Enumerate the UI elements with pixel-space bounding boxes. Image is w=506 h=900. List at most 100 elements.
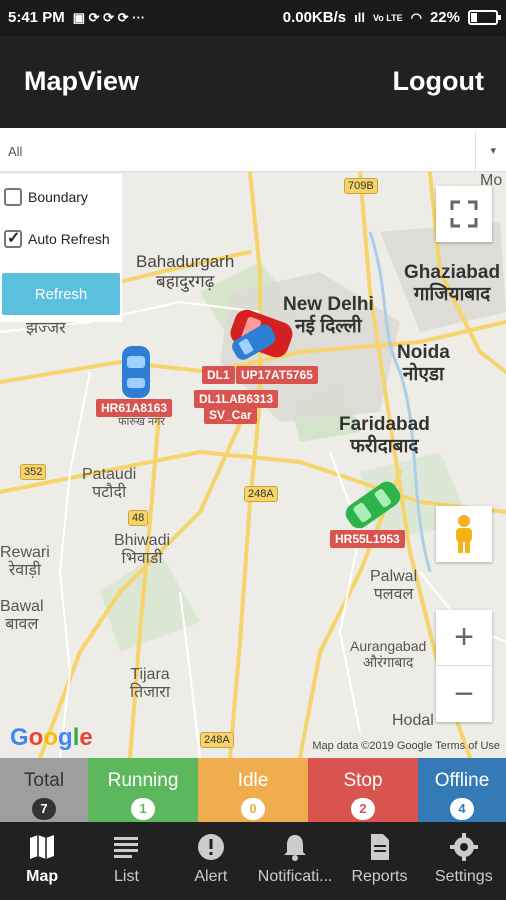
- street-view-pegman-button[interactable]: [436, 506, 492, 562]
- fullscreen-button[interactable]: [436, 186, 492, 242]
- wifi-icon: ◠: [410, 9, 422, 25]
- place-ghaziabad: Ghaziabad गाजियाबाद: [404, 262, 500, 306]
- nav-settings[interactable]: Settings: [422, 822, 506, 900]
- place-bahadurgarh: Bahadurgarh बहादुरगढ़: [136, 252, 234, 291]
- signal-icon: ıll: [354, 10, 365, 25]
- highway-shield: 709B: [344, 178, 378, 194]
- nav-alert[interactable]: Alert: [169, 822, 253, 900]
- tile-count: 4: [450, 798, 474, 820]
- auto-refresh-checkbox[interactable]: Auto Refresh: [4, 228, 110, 248]
- place-label: Bawal: [0, 598, 44, 615]
- highway-shield: 48: [128, 510, 149, 526]
- place-label-hi: तिजारा: [130, 684, 170, 702]
- checkbox-box[interactable]: [4, 188, 22, 206]
- place-label: Noida: [397, 342, 450, 363]
- place-label: Tijara: [130, 666, 170, 683]
- place-label-hi: नोएडा: [402, 363, 444, 385]
- bell-icon: [284, 835, 307, 861]
- car-cluster-icon[interactable]: [222, 308, 302, 368]
- tile-count: 2: [351, 798, 375, 820]
- pegman-icon: [456, 515, 472, 553]
- tile-label: Total: [23, 770, 65, 791]
- nav-list[interactable]: List: [84, 822, 168, 900]
- battery-percent: 22%: [429, 9, 460, 26]
- car-icon[interactable]: [118, 344, 154, 400]
- nav-label: Map: [26, 868, 59, 885]
- nav-label: Alert: [194, 868, 228, 885]
- vehicle-label[interactable]: SV_Car: [204, 406, 257, 424]
- highway-shield: 248A: [200, 732, 234, 748]
- app-bar: MapView Logout: [0, 36, 506, 128]
- map-attribution[interactable]: Map data ©2019 Google Terms of Use: [312, 740, 500, 752]
- place-faridabad: Faridabad फरीदाबाद: [339, 414, 430, 458]
- place-jhajjar: झज्जर: [26, 320, 66, 337]
- place-label: Aurangabad: [350, 638, 427, 654]
- place-label-hi: बहादुरगढ़: [156, 271, 215, 291]
- zoom-out-button[interactable]: −: [436, 666, 492, 722]
- refresh-button[interactable]: Refresh: [2, 273, 120, 315]
- zoom-in-button[interactable]: +: [436, 610, 492, 666]
- tile-count: 0: [241, 798, 265, 820]
- gear-icon: [449, 833, 478, 861]
- vehicle-label[interactable]: UP17AT5765: [236, 366, 318, 384]
- checkbox-box-checked[interactable]: [4, 228, 22, 248]
- place-bhiwadi: Bhiwadi भिवाडी: [114, 532, 170, 569]
- place-label-hi: भिवाडी: [121, 550, 163, 568]
- place-rewari: Rewari रेवाड़ी: [0, 544, 50, 581]
- tile-label: Idle: [237, 770, 269, 791]
- tile-idle[interactable]: Idle 0: [198, 758, 308, 822]
- place-pataudi: Pataudi पटौदी: [82, 466, 136, 503]
- status-time: 5:41 PM: [8, 9, 65, 26]
- place-label-hi: नई दिल्ली: [295, 315, 362, 337]
- boundary-checkbox[interactable]: Boundary: [4, 188, 88, 206]
- place-noida: Noida नोएडा: [397, 342, 450, 386]
- status-tiles: Total 7 Running 1 Idle 0 Stop 2 Offline …: [0, 758, 506, 822]
- tile-running[interactable]: Running 1: [88, 758, 198, 822]
- nav-notifications[interactable]: Notificati...: [253, 822, 337, 900]
- volte-icon: Vo LTE: [372, 12, 403, 23]
- place-label: Ghaziabad: [404, 262, 501, 283]
- place-hodal: Hodal: [392, 712, 434, 729]
- tile-stop[interactable]: Stop 2: [308, 758, 418, 822]
- place-aurangabad: Aurangabad औरंगाबाद: [350, 638, 426, 670]
- map-icon: [30, 835, 55, 859]
- vehicle-label[interactable]: DL1: [202, 366, 235, 384]
- filter-divider: [475, 132, 476, 172]
- vehicle-filter-select[interactable]: All ▾: [0, 132, 506, 172]
- nav-map[interactable]: Map: [0, 822, 84, 900]
- status-bar: 5:41 PM ▣ ⟳ ⟳ ⟳ ··· 0.00KB/s ıll Vo LTE …: [0, 0, 506, 36]
- logout-button[interactable]: Logout: [393, 66, 484, 97]
- place-label: Rewari: [0, 544, 50, 561]
- place-label-hi: रेवाड़ी: [8, 562, 42, 580]
- vehicle-label[interactable]: HR55L1953: [330, 530, 405, 548]
- tile-offline[interactable]: Offline 4: [418, 758, 506, 822]
- car-icon[interactable]: [338, 480, 408, 530]
- network-speed: 0.00KB/s: [282, 9, 347, 26]
- place-label: Bhiwadi: [114, 532, 171, 549]
- place-label-hi: पटौदी: [92, 484, 127, 502]
- highway-shield: 248A: [244, 486, 278, 502]
- tile-label: Running: [107, 770, 179, 791]
- place-label-hi: गाजियाबाद: [413, 283, 491, 305]
- zoom-controls: + −: [436, 610, 492, 722]
- tile-total[interactable]: Total 7: [0, 758, 88, 822]
- place-label-hi: बावल: [5, 616, 39, 634]
- place-label-hi: फरीदाबाद: [350, 435, 419, 457]
- bottom-navigation: Map List Alert Notificati... Reports Set…: [0, 822, 506, 900]
- place-label: Pataudi: [82, 466, 137, 483]
- nav-reports[interactable]: Reports: [337, 822, 421, 900]
- tile-label: Offline: [434, 770, 490, 791]
- place-tijara: Tijara तिजारा: [130, 666, 170, 703]
- filter-selected-value: All: [8, 144, 23, 159]
- notification-icons: ▣ ⟳ ⟳ ⟳ ···: [72, 9, 146, 25]
- google-logo: Google: [10, 724, 93, 751]
- fullscreen-icon: [450, 200, 478, 228]
- place-label: Palwal: [370, 568, 418, 585]
- list-icon: [114, 837, 139, 858]
- vehicle-label[interactable]: HR61A8163: [96, 399, 173, 417]
- place-palwal: Palwal पलवल: [370, 568, 417, 605]
- auto-refresh-label: Auto Refresh: [28, 231, 110, 247]
- place-bawal: Bawal बावल: [0, 598, 44, 635]
- nav-label: Settings: [434, 868, 493, 885]
- chevron-down-icon[interactable]: ▾: [490, 144, 496, 157]
